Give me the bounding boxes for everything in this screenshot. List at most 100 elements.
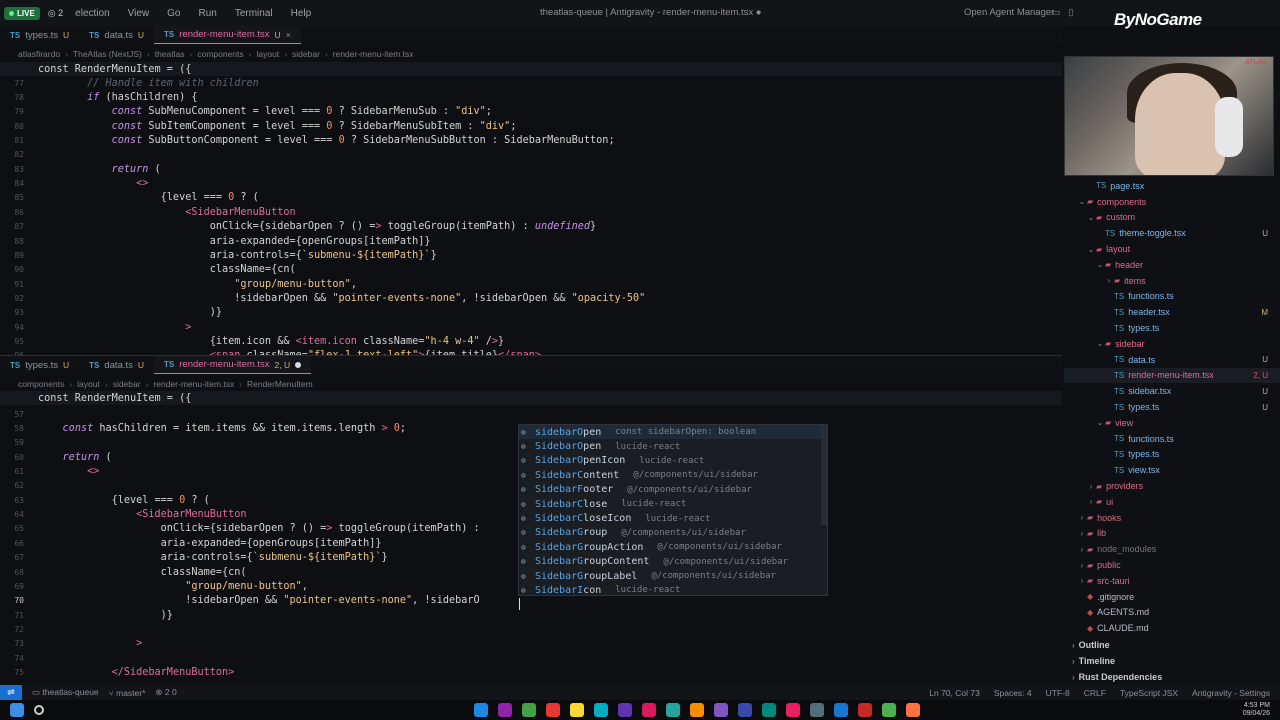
explorer-item[interactable]: › ▰ items (1064, 273, 1280, 289)
unsaved-dot-icon[interactable] (295, 361, 302, 368)
top-editor[interactable]: 77 // Handle item with children 78 if (ha… (0, 76, 1062, 355)
remote-icon[interactable]: ⇌ (0, 685, 22, 700)
code-line[interactable]: 68 className={cn( (0, 565, 246, 579)
menu-item-help[interactable]: Help (291, 8, 312, 19)
status-encoding[interactable]: UTF-8 (1046, 688, 1070, 698)
explorer-item[interactable]: TS theme-toggle.tsx U (1064, 225, 1280, 241)
explorer-item[interactable]: ⌄ ▰ components (1064, 194, 1280, 210)
tab-render-menu-item-tsx[interactable]: TS render-menu-item.tsx 2, U (154, 356, 312, 374)
code-line[interactable]: 69 "group/menu-button", (0, 579, 308, 593)
windows-start-icon[interactable] (10, 703, 24, 717)
autocomplete-item[interactable]: ⊚ SidebarFooter @/components/ui/sidebar (519, 483, 827, 497)
explorer-item[interactable]: TS functions.ts (1064, 289, 1280, 305)
explorer-item[interactable]: › ▰ lib (1064, 526, 1280, 542)
explorer-item[interactable]: › ▰ providers (1064, 478, 1280, 494)
code-line[interactable]: 87 onClick={sidebarOpen ? () => toggleGr… (0, 220, 596, 234)
code-line[interactable]: 64 <SidebarMenuButton (0, 507, 246, 521)
autocomplete-item[interactable]: ⊚ SidebarOpenIcon lucide-react (519, 454, 827, 468)
code-line[interactable]: 71 )} (0, 608, 173, 622)
taskbar-app-icon[interactable] (810, 703, 824, 717)
menu-item-run[interactable]: Run (198, 8, 216, 19)
taskbar-app-icon[interactable] (786, 703, 800, 717)
code-line[interactable]: 77 // Handle item with children (0, 76, 258, 90)
code-line[interactable]: 61 <> (0, 464, 99, 478)
code-line[interactable]: 70 !sidebarOpen && "pointer-events-none"… (0, 594, 479, 608)
explorer-item[interactable]: › ▰ public (1064, 557, 1280, 573)
status-problems[interactable]: ⊗ 2 0 (155, 687, 176, 698)
code-line[interactable]: 74 (0, 651, 38, 665)
explorer-item[interactable]: ◆ AGENTS.md (1064, 605, 1280, 621)
taskbar-app-icon[interactable] (594, 703, 608, 717)
status-settings[interactable]: Antigravity - Settings (1192, 688, 1270, 698)
taskbar-app-icon[interactable] (546, 703, 560, 717)
explorer-item[interactable]: › ▰ hooks (1064, 510, 1280, 526)
autocomplete-scrollbar[interactable] (821, 425, 827, 525)
autocomplete-item[interactable]: ⊚ SidebarGroupAction @/components/ui/sideb… (519, 540, 827, 554)
code-line[interactable]: 60 return ( (0, 450, 111, 464)
status-branch[interactable]: ▭ theatlas-queue (32, 687, 99, 698)
breadcrumb-item[interactable]: render-menu-item.tsx (333, 49, 414, 59)
breadcrumb-item[interactable]: render-menu-item.tsx (153, 379, 234, 389)
breadcrumb-item[interactable]: theatlas (155, 49, 185, 59)
autocomplete-item[interactable]: ⊚ SidebarIcon lucide-react (519, 583, 827, 597)
taskbar-app-icon[interactable] (906, 703, 920, 717)
tab-render-menu-item-tsx[interactable]: TS render-menu-item.tsx U × (154, 26, 301, 44)
tab-types-ts[interactable]: TS types.ts U (0, 356, 79, 374)
status-language[interactable]: TypeScript JSX (1120, 688, 1178, 698)
explorer-item[interactable]: TS data.ts U (1064, 352, 1280, 368)
close-icon[interactable]: × (286, 30, 291, 40)
status-eol[interactable]: CRLF (1084, 688, 1106, 698)
code-line[interactable]: 63 {level === 0 ? ( (0, 493, 209, 507)
taskbar-app-icon[interactable] (834, 703, 848, 717)
taskbar-app-icon[interactable] (642, 703, 656, 717)
breadcrumb-item[interactable]: TheAtlas (NextJS) (73, 49, 142, 59)
explorer-item[interactable]: TS types.ts (1064, 320, 1280, 336)
code-line[interactable]: 82 (0, 148, 38, 162)
tab-data-ts[interactable]: TS data.ts U (79, 356, 154, 374)
code-line[interactable]: 80 const SubItemComponent = level === 0 … (0, 119, 516, 133)
panel-timeline[interactable]: › Timeline (1064, 653, 1280, 669)
breadcrumb-item[interactable]: atlasfirardo (18, 49, 60, 59)
autocomplete-item[interactable]: ⊚ SidebarGroupLabel @/components/ui/sideba… (519, 569, 827, 583)
explorer-item[interactable]: ⌄ ▰ view (1064, 415, 1280, 431)
taskbar-app-icon[interactable] (762, 703, 776, 717)
breadcrumb-item[interactable]: sidebar (292, 49, 320, 59)
code-line[interactable]: 79 const SubMenuComponent = level === 0 … (0, 105, 492, 119)
search-icon[interactable] (34, 705, 44, 715)
breadcrumb-item[interactable]: layout (77, 379, 100, 389)
explorer-item[interactable]: ◆ CLAUDE.md (1064, 620, 1280, 636)
taskbar-app-icon[interactable] (618, 703, 632, 717)
taskbar-app-icon[interactable] (714, 703, 728, 717)
panel-icon[interactable]: ▯ (1069, 7, 1074, 18)
breadcrumb-item[interactable]: layout (257, 49, 280, 59)
explorer-item[interactable]: TS header.tsx M (1064, 304, 1280, 320)
status-spaces[interactable]: Spaces: 4 (994, 688, 1032, 698)
explorer-item[interactable]: TS functions.ts (1064, 431, 1280, 447)
autocomplete-item[interactable]: ⊚ SidebarGroupContent @/components/ui/side… (519, 555, 827, 569)
taskbar-app-icon[interactable] (522, 703, 536, 717)
layout-icon[interactable]: ▭ (1052, 7, 1061, 18)
code-line[interactable]: 95 {item.icon && <item.icon className="h… (0, 334, 504, 348)
explorer-item[interactable]: ⌄ ▰ custom (1064, 210, 1280, 226)
explorer-item[interactable]: TS page.tsx (1064, 178, 1280, 194)
taskbar-app-icon[interactable] (666, 703, 680, 717)
explorer-item[interactable]: TS view.tsx (1064, 462, 1280, 478)
explorer-item[interactable]: › ▰ ui (1064, 494, 1280, 510)
autocomplete-item[interactable]: ⊚ sidebarOpen const sidebarOpen: boolean (519, 425, 827, 440)
code-line[interactable]: 89 aria-controls={`submenu-${itemPath}`} (0, 248, 436, 262)
taskbar-app-icon[interactable] (474, 703, 488, 717)
code-line[interactable]: 73 > (0, 637, 142, 651)
taskbar-app-icon[interactable] (570, 703, 584, 717)
explorer-item[interactable]: TS render-menu-item.tsx 2, U (1064, 367, 1280, 384)
code-line[interactable]: 57 (0, 407, 38, 421)
explorer-item[interactable]: ⌄ ▰ layout (1064, 241, 1280, 257)
code-line[interactable]: 91 "group/menu-button", (0, 277, 357, 291)
menu-item-terminal[interactable]: Terminal (235, 8, 273, 19)
menu-item-election[interactable]: election (75, 8, 109, 19)
taskbar-app-icon[interactable] (858, 703, 872, 717)
taskbar-app-icon[interactable] (498, 703, 512, 717)
code-line[interactable]: 86 <SidebarMenuButton (0, 205, 295, 219)
explorer-item[interactable]: › ▰ src-tauri (1064, 573, 1280, 589)
autocomplete-item[interactable]: ⊚ SidebarOpen lucide-react (519, 439, 827, 453)
code-line[interactable]: 66 aria-expanded={openGroups[itemPath]} (0, 536, 381, 550)
